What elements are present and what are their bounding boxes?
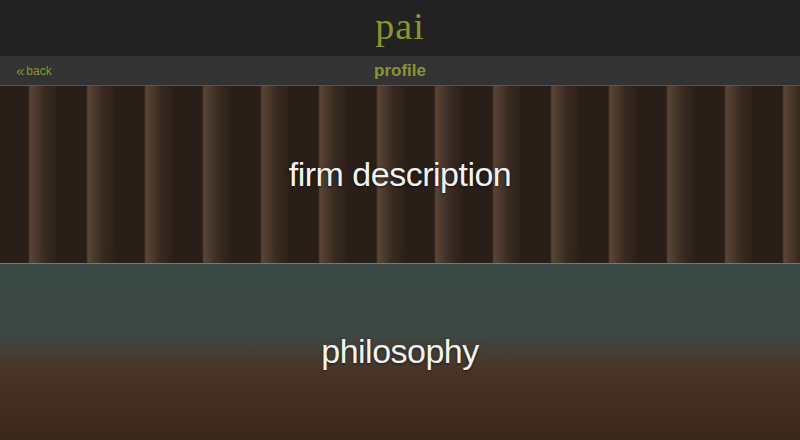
page-title: profile xyxy=(374,61,426,81)
page: pai «back profile firm description philosoph… xyxy=(0,0,800,440)
back-icon: « xyxy=(16,63,24,78)
section-label: philosophy xyxy=(321,332,479,371)
section-list: firm description philosophy xyxy=(0,86,800,440)
section-banner[interactable]: firm description xyxy=(0,86,800,263)
header: pai xyxy=(0,0,800,56)
back-button[interactable]: «back xyxy=(16,63,52,78)
section-label: firm description xyxy=(289,155,512,194)
logo[interactable]: pai xyxy=(375,7,424,49)
section-banner[interactable]: philosophy xyxy=(0,264,800,440)
nav-bar: «back profile xyxy=(0,56,800,86)
